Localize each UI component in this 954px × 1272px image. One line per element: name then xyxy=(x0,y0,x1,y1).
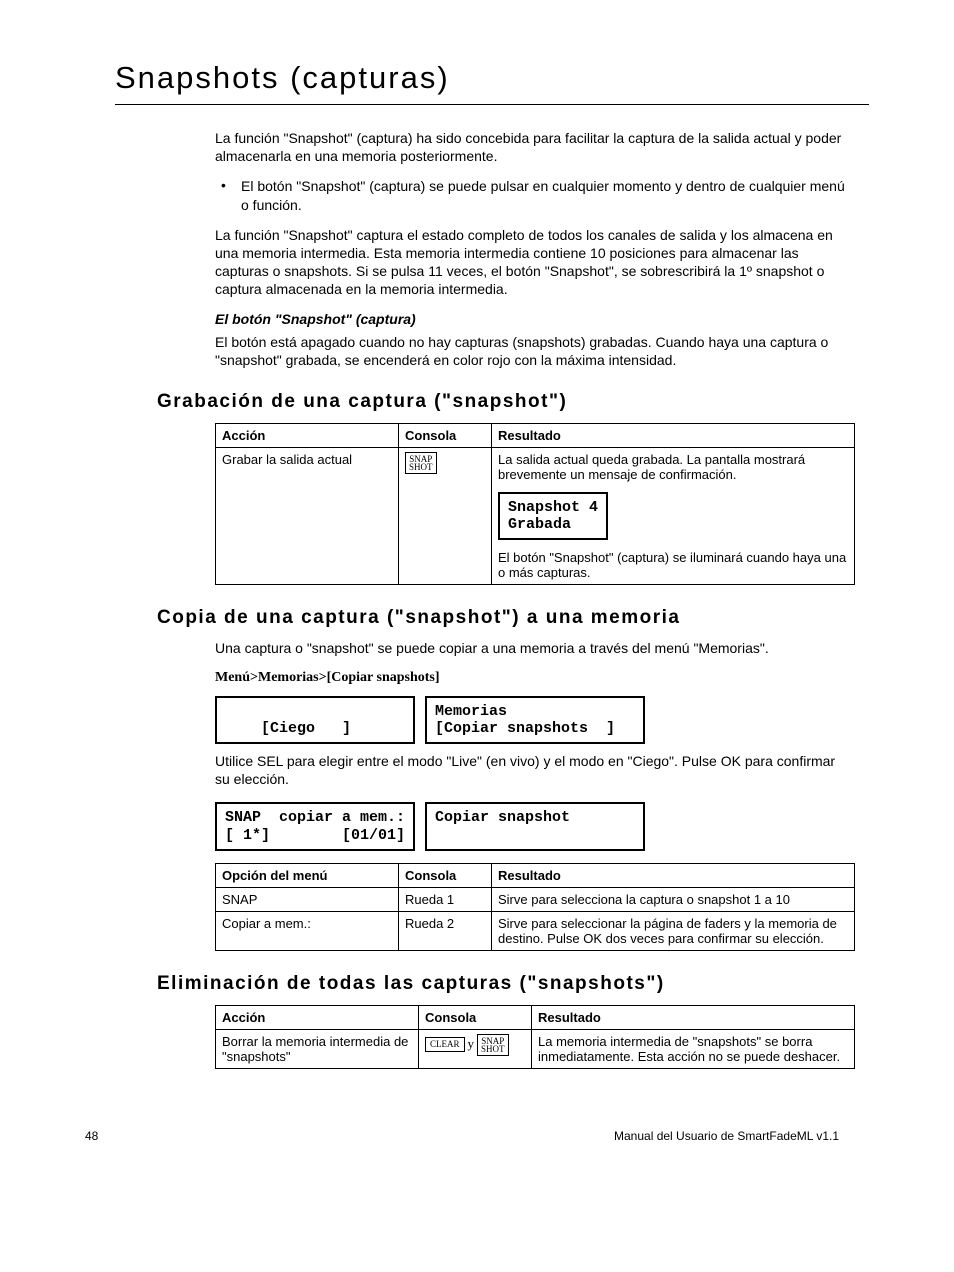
doc-title-footer: Manual del Usuario de SmartFadeML v1.1 xyxy=(614,1129,839,1143)
bullet-text: El botón "Snapshot" (captura) se puede p… xyxy=(241,177,849,213)
th-result: Resultado xyxy=(532,1005,855,1029)
th-accion: Acción xyxy=(216,423,399,447)
page-footer: 48 Manual del Usuario de SmartFadeML v1.… xyxy=(85,1129,839,1143)
section2-intro: Una captura o "snapshot" se puede copiar… xyxy=(215,639,849,657)
td-consola: Rueda 1 xyxy=(399,887,492,911)
lcd-screen: Snapshot 4 Grabada xyxy=(498,492,608,541)
lcd-row-1: [Ciego ] Memorias [Copiar snapshots ] xyxy=(215,694,869,747)
td-result: La memoria intermedia de "snapshots" se … xyxy=(532,1029,855,1068)
subhead-body: El botón está apagado cuando no hay capt… xyxy=(215,333,849,369)
table-header-row: Acción Consola Resultado xyxy=(216,423,855,447)
td-opcion: Copiar a mem.: xyxy=(216,911,399,950)
document-page: Snapshots (capturas) La función "Snapsho… xyxy=(0,0,954,1183)
intro-paragraph-1: La función "Snapshot" (captura) ha sido … xyxy=(215,129,849,165)
lcd-screen: SNAP copiar a mem.: [ 1*] [01/01] xyxy=(215,802,415,851)
td-opcion: SNAP xyxy=(216,887,399,911)
td-result: La salida actual queda grabada. La panta… xyxy=(492,447,855,585)
th-result: Resultado xyxy=(492,863,855,887)
table-row: Copiar a mem.: Rueda 2 Sirve para selecc… xyxy=(216,911,855,950)
page-title: Snapshots (capturas) xyxy=(115,60,869,96)
section1-table: Acción Consola Resultado Grabar la salid… xyxy=(215,423,855,586)
table-row: Grabar la salida actual SNAPSHOT La sali… xyxy=(216,447,855,585)
intro-bullet: • El botón "Snapshot" (captura) se puede… xyxy=(215,177,849,213)
lcd-row-2: SNAP copiar a mem.: [ 1*] [01/01] Copiar… xyxy=(215,800,869,853)
section3-title: Eliminación de todas las capturas ("snap… xyxy=(157,973,869,995)
td-accion: Borrar la memoria intermedia de "snapsho… xyxy=(216,1029,419,1068)
snapshot-key-icon: SNAPSHOT xyxy=(405,452,437,474)
td-consola: SNAPSHOT xyxy=(399,447,492,585)
table-row: SNAP Rueda 1 Sirve para selecciona la ca… xyxy=(216,887,855,911)
lcd-screen: Memorias [Copiar snapshots ] xyxy=(425,696,645,745)
section1-title: Grabación de una captura ("snapshot") xyxy=(157,391,869,413)
th-result: Resultado xyxy=(492,423,855,447)
separator-y: y xyxy=(465,1036,478,1051)
result-text-before: La salida actual queda grabada. La panta… xyxy=(498,452,848,482)
lcd-screen: [Ciego ] xyxy=(215,696,415,745)
page-number: 48 xyxy=(85,1129,98,1143)
td-consola: Rueda 2 xyxy=(399,911,492,950)
td-consola: CLEARySNAPSHOT xyxy=(419,1029,532,1068)
th-consola: Consola xyxy=(399,863,492,887)
section3-table: Acción Consola Resultado Borrar la memor… xyxy=(215,1005,855,1069)
snapshot-key-icon: SNAPSHOT xyxy=(477,1034,509,1056)
menu-path: Menú>Memorias>[Copiar snapshots] xyxy=(215,670,849,686)
th-opcion: Opción del menú xyxy=(216,863,399,887)
section2-body: Una captura o "snapshot" se puede copiar… xyxy=(215,639,849,685)
bullet-dot: • xyxy=(215,177,241,213)
section2-title: Copia de una captura ("snapshot") a una … xyxy=(157,607,869,629)
th-consola: Consola xyxy=(419,1005,532,1029)
section2-after-lcd: Utilice SEL para elegir entre el modo "L… xyxy=(215,752,849,788)
subhead-italic: El botón "Snapshot" (captura) xyxy=(215,311,849,327)
table-header-row: Opción del menú Consola Resultado xyxy=(216,863,855,887)
intro-paragraph-2: La función "Snapshot" captura el estado … xyxy=(215,226,849,299)
lcd-screen: Copiar snapshot xyxy=(425,802,645,851)
td-result: Sirve para seleccionar la página de fade… xyxy=(492,911,855,950)
section2-after-lcd-text: Utilice SEL para elegir entre el modo "L… xyxy=(215,752,849,788)
td-accion: Grabar la salida actual xyxy=(216,447,399,585)
th-accion: Acción xyxy=(216,1005,419,1029)
result-text-after: El botón "Snapshot" (captura) se ilumina… xyxy=(498,550,848,580)
intro-block: La función "Snapshot" (captura) ha sido … xyxy=(215,129,849,369)
table-header-row: Acción Consola Resultado xyxy=(216,1005,855,1029)
title-rule xyxy=(115,104,869,105)
th-consola: Consola xyxy=(399,423,492,447)
clear-key-icon: CLEAR xyxy=(425,1037,465,1052)
table-row: Borrar la memoria intermedia de "snapsho… xyxy=(216,1029,855,1068)
td-result: Sirve para selecciona la captura o snaps… xyxy=(492,887,855,911)
section2-table: Opción del menú Consola Resultado SNAP R… xyxy=(215,863,855,951)
